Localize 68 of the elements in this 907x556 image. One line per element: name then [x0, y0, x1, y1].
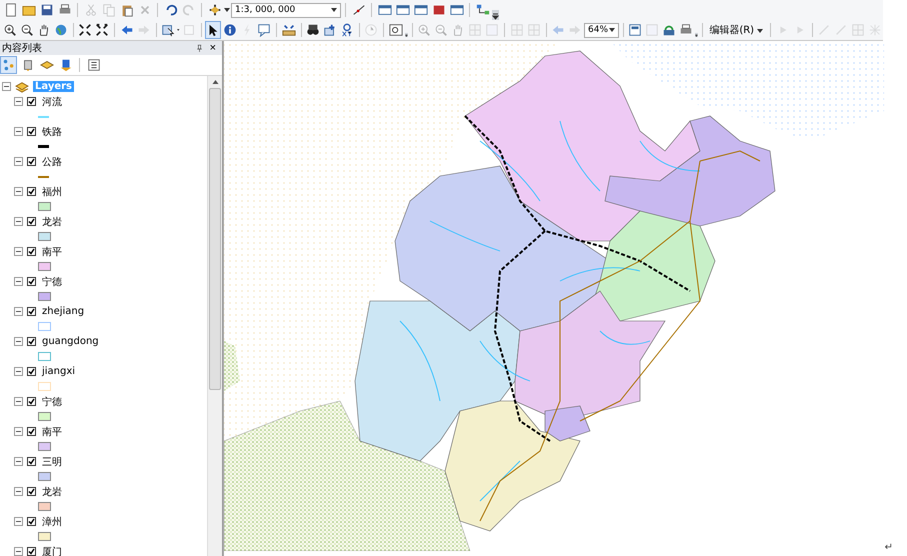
collapse-toggle[interactable]	[14, 517, 23, 526]
layer-name[interactable]: 南平	[40, 244, 64, 258]
layer-checkbox[interactable]	[27, 187, 36, 196]
layer-checkbox[interactable]	[27, 487, 36, 496]
collapse-toggle[interactable]	[14, 397, 23, 406]
collapse-toggle[interactable]	[14, 97, 23, 106]
layer-checkbox[interactable]	[27, 427, 36, 436]
layer-name[interactable]: 福州	[40, 184, 64, 198]
layer-checkbox[interactable]	[27, 397, 36, 406]
list-by-drawing-order-icon[interactable]	[0, 56, 17, 74]
layer-name[interactable]: 厦门	[40, 544, 64, 556]
layer-name[interactable]: 南平	[40, 424, 64, 438]
collapse-toggle[interactable]	[14, 157, 23, 166]
layer-name[interactable]: 漳州	[40, 514, 64, 528]
layer-checkbox[interactable]	[27, 457, 36, 466]
scroll-up-icon[interactable]	[212, 80, 218, 84]
layer-name[interactable]: guangdong	[40, 336, 101, 347]
layer-name[interactable]: 铁路	[40, 124, 64, 138]
layer-name[interactable]: zhejiang	[40, 306, 86, 317]
caret-icon[interactable]	[757, 29, 764, 33]
caret-icon[interactable]	[608, 28, 615, 32]
collapse-toggle[interactable]	[2, 82, 11, 91]
layer-checkbox[interactable]	[27, 367, 36, 376]
collapse-toggle[interactable]	[14, 337, 23, 346]
layer-checkbox[interactable]	[27, 517, 36, 526]
layer-checkbox[interactable]	[27, 127, 36, 136]
collapse-toggle[interactable]	[14, 427, 23, 436]
collapse-toggle[interactable]	[14, 307, 23, 316]
layer-checkbox[interactable]	[27, 337, 36, 346]
pin-icon[interactable]	[194, 42, 204, 54]
collapse-toggle[interactable]	[14, 547, 23, 556]
collapse-toggle[interactable]	[14, 127, 23, 136]
collapse-toggle[interactable]	[14, 457, 23, 466]
layer-name[interactable]: 宁德	[40, 394, 64, 408]
scale-combo[interactable]: 1:3, 000, 000	[231, 2, 341, 18]
close-button[interactable]: ×	[208, 42, 218, 54]
layer-checkbox[interactable]	[27, 277, 36, 286]
collapse-toggle[interactable]	[14, 487, 23, 496]
pointer-icon[interactable]	[205, 21, 222, 39]
caret-icon[interactable]	[224, 8, 230, 12]
layer-checkbox[interactable]	[27, 547, 36, 556]
zoom-combo[interactable]: 64%	[584, 22, 619, 38]
overflow-icon[interactable]	[694, 30, 698, 40]
caret-icon[interactable]	[331, 8, 337, 12]
layer-name[interactable]: 龙岩	[40, 214, 64, 228]
collapse-toggle[interactable]	[14, 277, 23, 286]
collapse-toggle[interactable]	[14, 247, 23, 256]
layer-name[interactable]: 宁德	[40, 274, 64, 288]
layer-checkbox[interactable]	[27, 247, 36, 256]
layer-checkbox[interactable]	[27, 97, 36, 106]
layer-checkbox[interactable]	[27, 157, 36, 166]
paragraph-mark: ↵	[884, 542, 893, 553]
layer-name[interactable]: 龙岩	[40, 484, 64, 498]
scrollbar-thumb[interactable]	[209, 88, 221, 390]
layer-name[interactable]: 三明	[40, 454, 64, 468]
caret-icon[interactable]	[177, 28, 180, 32]
collapse-toggle[interactable]	[14, 217, 23, 226]
layer-name[interactable]: 公路	[40, 154, 64, 168]
layers-stack-icon	[15, 80, 29, 92]
collapse-toggle[interactable]	[14, 187, 23, 196]
layer-checkbox[interactable]	[27, 307, 36, 316]
collapse-toggle[interactable]	[14, 367, 23, 376]
layer-name[interactable]: 河流	[40, 94, 64, 108]
layer-checkbox[interactable]	[27, 217, 36, 226]
layer-name[interactable]: jiangxi	[40, 366, 78, 377]
panel-title: 内容列表	[1, 42, 43, 55]
editor-menu[interactable]: 编辑器(R)	[706, 21, 766, 39]
overflow-icon[interactable]	[492, 10, 499, 20]
